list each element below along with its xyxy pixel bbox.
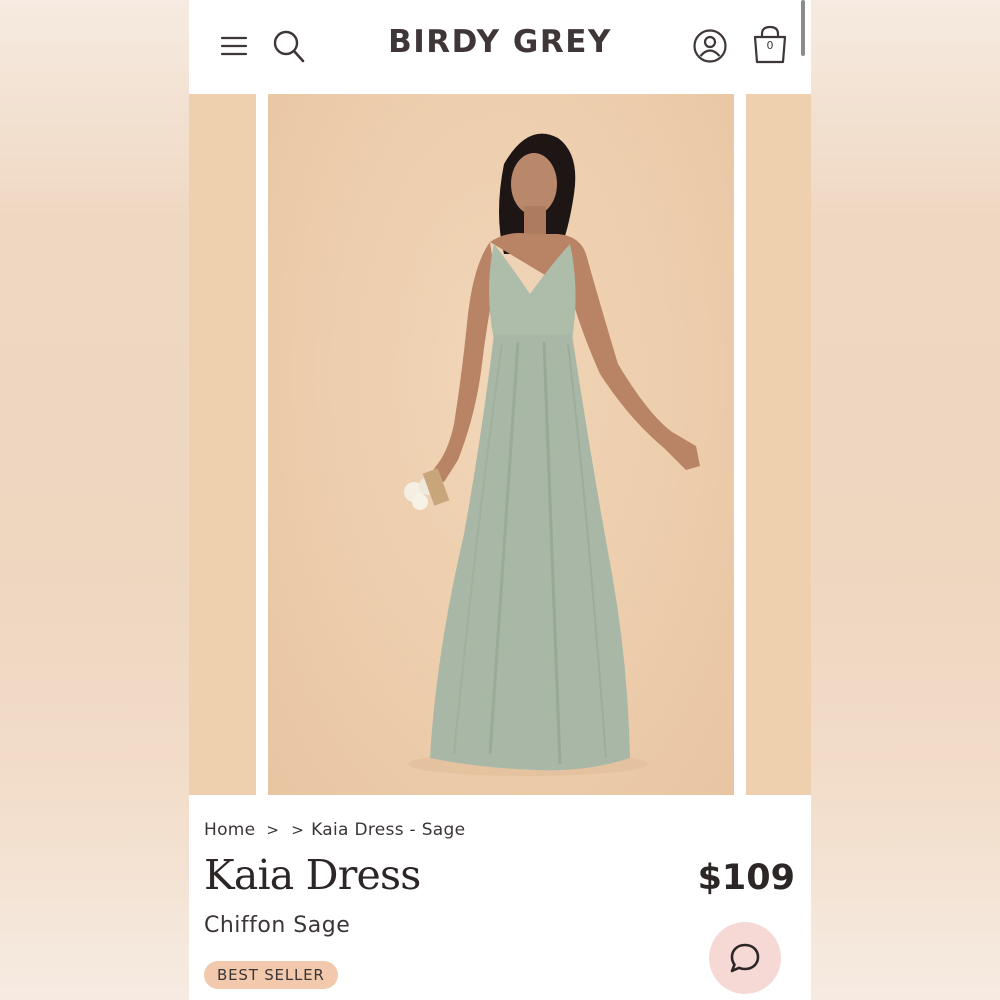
site-header: BIRDY GREY 0 (189, 0, 811, 94)
product-title: Kaia Dress (204, 851, 421, 899)
model-in-dress-illustration (404, 133, 700, 776)
product-price: $109 (697, 858, 795, 898)
scrollbar[interactable] (801, 0, 805, 56)
product-info: Home > > Kaia Dress - Sage Kaia Dress $1… (189, 795, 811, 1000)
account-icon[interactable] (691, 27, 729, 65)
background-blur-left (0, 0, 189, 1000)
breadcrumb-home-link[interactable]: Home (204, 820, 255, 840)
breadcrumb-current: Kaia Dress - Sage (311, 820, 466, 840)
product-image-main[interactable] (268, 94, 734, 795)
phone-screen: BIRDY GREY 0 Home > > Kaia Dress - Sage … (189, 0, 811, 1000)
product-subtitle: Chiffon Sage (204, 913, 351, 938)
shopping-bag-icon[interactable]: 0 (750, 24, 790, 66)
product-image-gallery[interactable] (189, 94, 811, 795)
chat-button[interactable] (709, 922, 781, 994)
gallery-slide-next[interactable] (746, 94, 811, 795)
gallery-slide-previous[interactable] (189, 94, 256, 795)
background-blur-right (811, 0, 1000, 1000)
best-seller-badge: BEST SELLER (204, 961, 338, 989)
breadcrumb-separator: > (291, 821, 305, 839)
breadcrumb-separator: > (266, 821, 280, 839)
cart-count-badge: 0 (766, 39, 774, 52)
chat-bubble-icon (730, 943, 760, 973)
breadcrumb: Home > > Kaia Dress - Sage (204, 820, 465, 840)
